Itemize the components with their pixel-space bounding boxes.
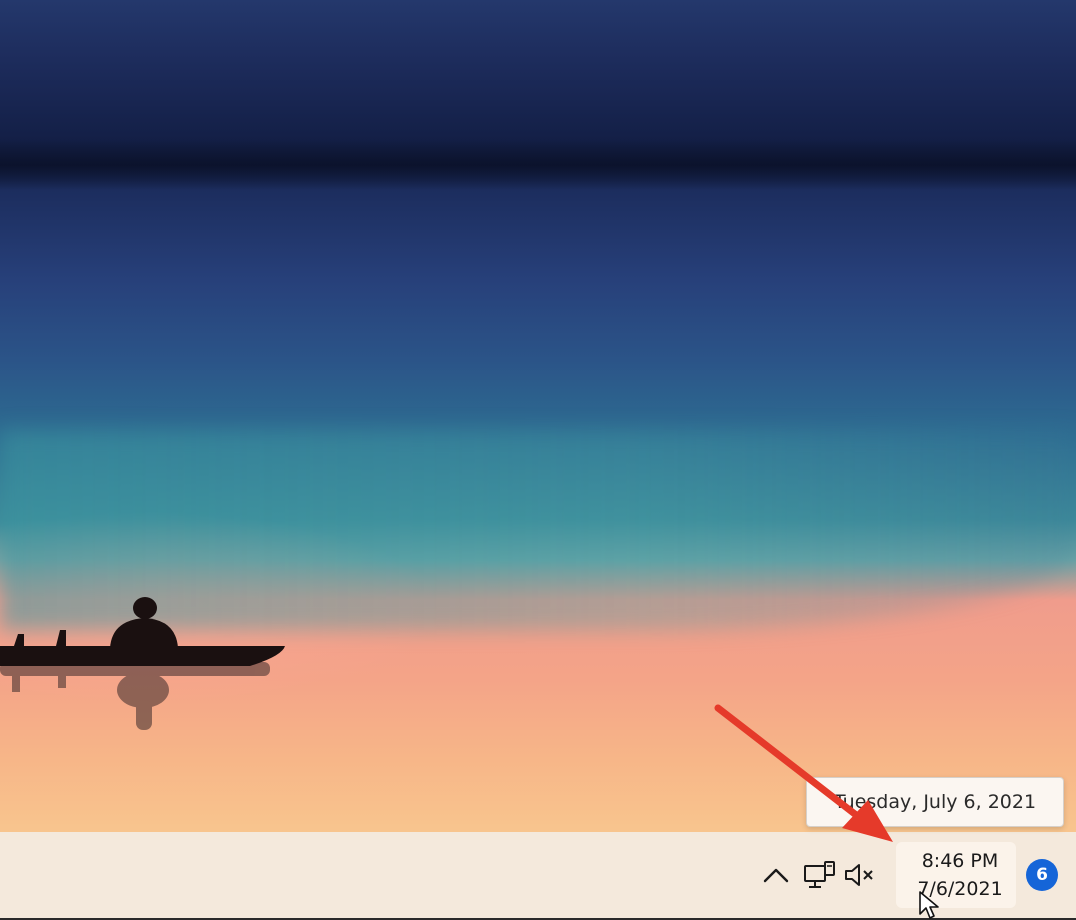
notification-center-button[interactable]: 6 <box>1020 852 1064 898</box>
volume-muted-icon <box>845 864 873 886</box>
network-computer-icon <box>804 861 835 888</box>
kayak-silhouette <box>0 597 285 730</box>
notification-count-badge: 6 <box>1026 859 1058 891</box>
clock-button[interactable]: 8:46 PM 7/6/2021 <box>896 842 1016 908</box>
taskbar: 8:46 PM 7/6/2021 6 <box>0 832 1076 920</box>
clock-time: 8:46 PM <box>921 850 999 872</box>
date-tooltip: Tuesday, July 6, 2021 <box>806 777 1064 827</box>
system-tray: 8:46 PM 7/6/2021 6 <box>756 832 1076 918</box>
chevron-up-icon <box>763 868 789 883</box>
network-button[interactable] <box>800 852 840 898</box>
mouse-cursor-icon <box>919 891 939 919</box>
desktop-wallpaper <box>0 0 1076 832</box>
wallpaper-horizon-band <box>0 140 1076 190</box>
show-hidden-icons-button[interactable] <box>756 852 796 898</box>
volume-button[interactable] <box>840 852 880 898</box>
